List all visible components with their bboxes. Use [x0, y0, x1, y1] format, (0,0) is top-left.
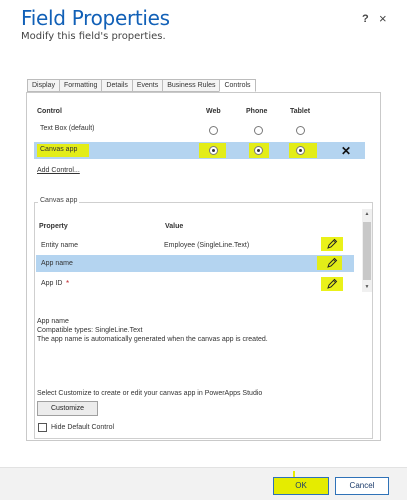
tab-business-rules[interactable]: Business Rules	[162, 79, 220, 92]
help-button[interactable]: ?	[362, 13, 369, 25]
canvas-tablet-radio[interactable]	[296, 146, 305, 155]
pencil-icon[interactable]	[326, 278, 338, 290]
dialog-subtitle: Modify this field's properties.	[21, 31, 166, 42]
web-column-header: Web	[206, 108, 221, 115]
customize-button[interactable]: Customize	[37, 401, 98, 416]
control-name: Text Box (default)	[40, 125, 95, 132]
textbox-tablet-radio[interactable]	[296, 126, 305, 135]
scroll-up-icon[interactable]: ▲	[362, 209, 372, 219]
pencil-icon[interactable]	[326, 257, 338, 269]
tab-formatting[interactable]: Formatting	[58, 79, 102, 92]
control-name: Canvas app	[40, 146, 78, 153]
hide-default-control-checkbox[interactable]	[38, 423, 47, 432]
property-row-entity-name[interactable]: Entity name Employee (SingleLine.Text)	[36, 237, 354, 254]
add-control-link[interactable]: Add Control...	[37, 167, 80, 174]
info-description: The app name is automatically generated …	[37, 336, 268, 343]
property-scrollbar[interactable]: ▲ ▼	[362, 209, 372, 292]
control-column-header: Control	[37, 108, 62, 115]
property-name: App name	[41, 260, 73, 267]
info-compatible-types: Compatible types: SingleLine.Text	[37, 327, 143, 334]
canvas-app-legend: Canvas app	[38, 197, 80, 204]
canvas-web-radio[interactable]	[209, 146, 218, 155]
property-name: Entity name	[41, 242, 78, 249]
phone-column-header: Phone	[246, 108, 268, 115]
close-button[interactable]: ×	[379, 11, 387, 26]
tablet-column-header: Tablet	[290, 108, 311, 115]
scroll-thumb[interactable]	[363, 222, 371, 280]
tab-events[interactable]: Events	[131, 79, 163, 92]
tab-details[interactable]: Details	[101, 79, 132, 92]
required-mark: *	[66, 279, 70, 288]
ok-button[interactable]: OK	[273, 477, 329, 495]
property-row-app-id[interactable]: App ID *	[36, 275, 354, 292]
cancel-button[interactable]: Cancel	[335, 477, 389, 495]
tab-display[interactable]: Display	[27, 79, 59, 92]
hide-default-control-label: Hide Default Control	[51, 424, 115, 431]
info-app-name: App name	[37, 318, 69, 325]
value-column-header: Value	[165, 223, 184, 230]
property-row-app-name[interactable]: App name	[36, 255, 354, 272]
pencil-icon[interactable]	[326, 238, 338, 250]
property-name: App ID	[41, 280, 63, 287]
dialog-title: Field Properties	[21, 6, 170, 30]
canvas-phone-radio[interactable]	[254, 146, 263, 155]
textbox-phone-radio[interactable]	[254, 126, 263, 135]
property-value: Employee (SingleLine.Text)	[164, 242, 250, 249]
textbox-web-radio[interactable]	[209, 126, 218, 135]
scroll-down-icon[interactable]: ▼	[362, 282, 372, 292]
control-row-textbox[interactable]: Text Box (default)	[34, 122, 365, 137]
remove-control-button[interactable]: ✕	[341, 144, 351, 158]
property-column-header: Property	[39, 223, 68, 230]
tab-bar: Display Formatting Details Events Busine…	[27, 79, 256, 92]
customize-hint: Select Customize to create or edit your …	[37, 390, 263, 397]
tab-controls[interactable]: Controls	[219, 79, 256, 92]
